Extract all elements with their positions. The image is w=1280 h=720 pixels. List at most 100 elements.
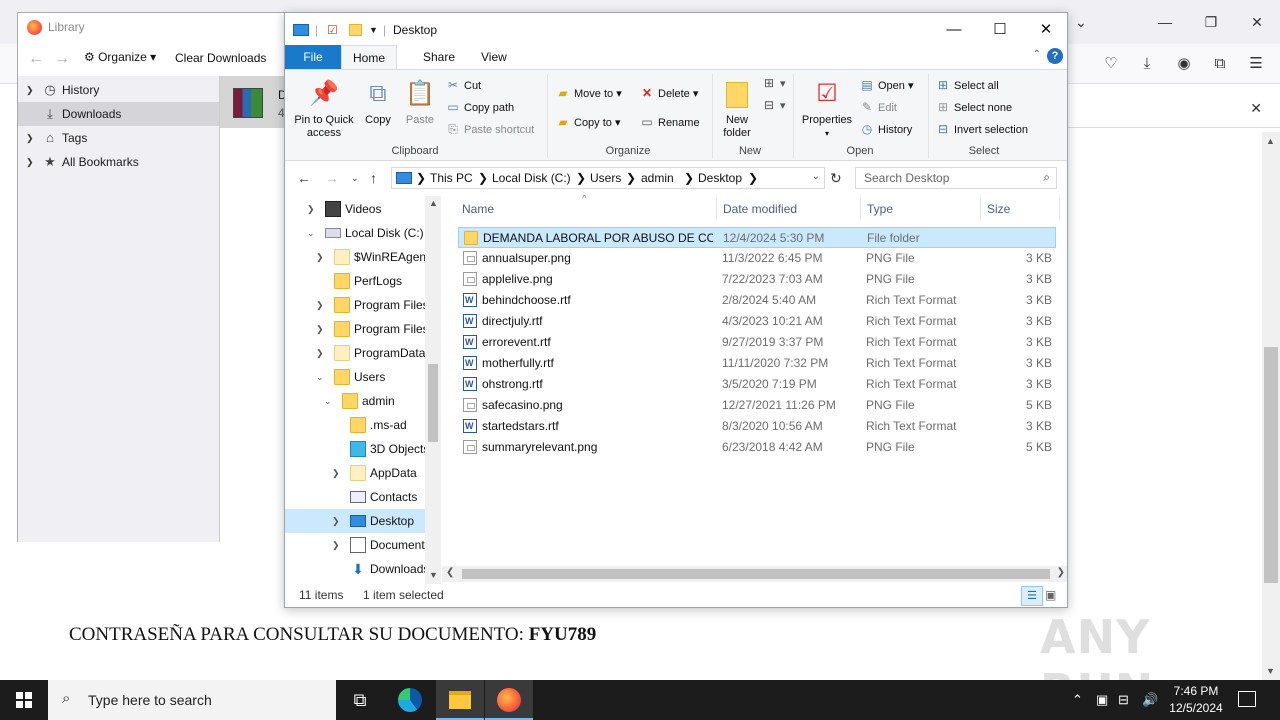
collapse-ribbon-icon[interactable]: ⌃ [1033,49,1041,60]
file-row[interactable]: annualsuper.png 11/3/2022 6:45 PM PNG Fi… [458,248,1056,269]
file-row[interactable]: ohstrong.rtf 3/5/2020 7:19 PM Rich Text … [458,374,1056,395]
download-icon[interactable]: ⤓ [1136,53,1158,75]
sidebar-item-all-bookmarks[interactable]: ❯ ★ All Bookmarks [18,150,219,174]
minimize-icon[interactable]: — [931,15,977,45]
nav-item-appdata[interactable]: ❯ AppData [285,461,425,485]
tab-view[interactable]: View [469,45,519,69]
chevron-right-icon[interactable]: ❯ [332,533,340,557]
delete-button[interactable]: ✕ Delete ▾ [639,84,698,102]
chevron-right-icon[interactable]: ❯ [316,293,324,317]
chevron-right-icon[interactable]: ❯ [332,509,340,533]
copy-to-button[interactable]: ▰ Copy to ▾ [555,113,620,131]
scroll-up-icon[interactable]: ▲ [1266,136,1275,146]
file-explorer-icon[interactable] [436,680,484,720]
file-row[interactable]: motherfully.rtf 11/11/2020 7:32 PM Rich … [458,353,1056,374]
organize-button[interactable]: ⚙ Organize ▾ [84,50,156,64]
pocket-icon[interactable]: ♡ [1100,53,1122,75]
tab-file[interactable]: File [285,45,341,69]
up-arrow-icon[interactable]: ↑ [370,170,377,186]
tab-share[interactable]: Share [411,45,467,69]
nav-item-program-files[interactable]: ❯ Program Files [285,293,429,317]
new-folder-button[interactable]: New folder [715,78,759,140]
invert-selection-button[interactable]: ⊟ Invert selection [935,120,1028,138]
new-item-button[interactable]: ⊞ ▾ [761,74,786,92]
scroll-up-icon[interactable]: ▲ [429,198,438,208]
close-icon[interactable]: ✕ [1250,100,1262,117]
maximize-icon[interactable]: ☐ [977,15,1023,45]
taskbar-search[interactable]: ⌕ Type here to search [48,680,336,720]
forward-arrow-icon[interactable]: → [325,170,339,186]
minimize-icon[interactable]: — [1150,8,1180,36]
breadcrumb-this-pc[interactable]: This PC [430,171,473,185]
chevron-down-icon[interactable]: ⌄ [316,365,324,389]
search-box[interactable]: ⌕ [855,167,1057,189]
clear-downloads-button[interactable]: Clear Downloads [175,51,266,65]
pin-to-quick-access-button[interactable]: 📌 Pin to Quick access [291,78,357,140]
nav-item-videos[interactable]: ❯ Videos [285,197,425,221]
restore-icon[interactable]: ❐ [1196,8,1226,36]
nav-item-contacts[interactable]: Contacts [285,485,425,509]
breadcrumb-desktop[interactable]: Desktop [698,171,742,185]
chevron-down-icon[interactable]: ⌄ [324,389,332,413]
start-button[interactable] [0,680,48,720]
chevron-right-icon[interactable]: ❯ [307,197,315,221]
column-size[interactable]: Size [987,202,1010,216]
device-icon[interactable]: ▣ [1096,680,1108,720]
scroll-right-icon[interactable]: ❯ [1057,567,1065,578]
nav-item-program-files-x86[interactable]: ❯ Program Files [285,317,429,341]
edit-button[interactable]: ✎ Edit [859,98,897,116]
breadcrumb-admin[interactable]: admin [641,171,674,185]
network-icon[interactable]: ⊟ [1118,680,1129,720]
address-bar[interactable]: ❯ This PC ❯ Local Disk (C:) ❯ Users ❯ ad… [391,167,825,189]
file-row[interactable]: behindchoose.rtf 2/8/2024 5:40 AM Rich T… [458,290,1056,311]
nav-item-ms-ad[interactable]: .ms-ad [285,413,425,437]
nav-item-local-disk[interactable]: ⌄ Local Disk (C:) [285,221,425,245]
forward-arrow-icon[interactable]: → [54,50,70,68]
select-none-button[interactable]: ⊞ Select none [935,98,1012,116]
file-row[interactable]: directjuly.rtf 4/3/2023 10:21 AM Rich Te… [458,311,1056,332]
nav-item-admin[interactable]: ⌄ admin [285,389,425,413]
large-icons-view-icon[interactable]: ▣ [1045,588,1056,602]
chevron-down-icon[interactable]: ⌄ [307,221,315,245]
nav-item-3d-objects[interactable]: 3D Objects [285,437,429,461]
breadcrumb-users[interactable]: Users [590,171,621,185]
column-type[interactable]: Type [867,202,893,216]
refresh-icon[interactable]: ↻ [830,170,842,187]
nav-item-perflogs[interactable]: PerfLogs [285,269,425,293]
clock[interactable]: 7:46 PM 12/5/2024 [1166,683,1226,717]
scroll-down-icon[interactable]: ▼ [429,570,438,580]
select-all-button[interactable]: ⊞ Select all [935,76,999,94]
nav-item-documents[interactable]: ❯ Documents [285,533,431,557]
scrollbar-thumb[interactable] [1264,347,1278,583]
back-arrow-icon[interactable]: ← [297,170,311,186]
tab-home[interactable]: Home [341,45,397,69]
close-icon[interactable]: ✕ [1242,8,1272,36]
chevron-right-icon[interactable]: ❯ [26,126,34,150]
recent-locations-icon[interactable]: ⌄ [351,173,359,184]
chevron-right-icon[interactable]: ❯ [316,341,324,365]
close-icon[interactable]: ✕ [1023,15,1067,45]
extensions-icon[interactable]: ⧉ [1209,53,1231,75]
chevron-down-icon[interactable]: ⌄ [1066,8,1096,36]
column-date-modified[interactable]: Date modified [723,202,797,216]
task-view-icon[interactable]: ⧉ [336,680,384,720]
menu-icon[interactable]: ☰ [1245,53,1267,75]
new-folder-icon[interactable] [349,24,362,36]
scroll-left-icon[interactable]: ❮ [446,567,454,578]
paste-button[interactable]: 📋 Paste [401,78,439,127]
sidebar-item-history[interactable]: ❯ ◷ History [18,78,219,102]
file-row[interactable]: summaryrelevant.png 6/23/2018 4:42 AM PN… [458,437,1056,458]
scrollbar-thumb[interactable] [462,569,1050,579]
properties-button[interactable]: ☑ Properties ▾ [799,78,855,140]
search-input[interactable] [856,168,1036,188]
sidebar-item-tags[interactable]: ❯ ⌂ Tags [18,126,219,150]
back-arrow-icon[interactable]: ← [28,50,44,68]
navigation-scrollbar[interactable]: ▲ ▼ [425,196,441,584]
edge-icon[interactable] [386,680,434,720]
chevron-right-icon[interactable]: ❯ [26,150,34,174]
details-view-icon[interactable]: ☰ [1021,586,1043,606]
page-scrollbar[interactable]: ▲ ▼ [1262,132,1280,680]
chevron-right-icon[interactable]: ❯ [316,317,324,341]
chevron-up-icon[interactable]: ⌃ [1072,680,1083,720]
chevron-right-icon[interactable]: ❯ [332,461,340,485]
